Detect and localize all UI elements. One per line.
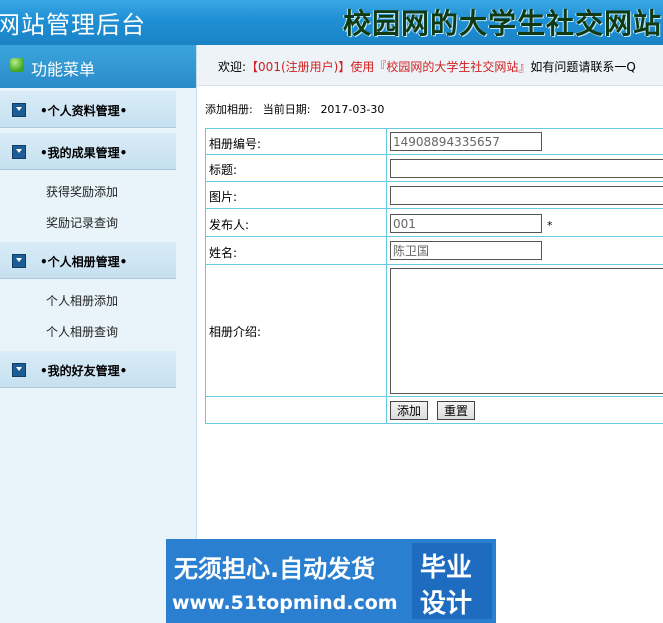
sidebar-group-label: •我的成果管理• [40,146,128,160]
expand-icon [12,254,26,268]
cube-icon [10,58,24,72]
welcome-prefix: 欢迎: [218,60,247,74]
welcome-site: 『校园网的大学生社交网站』 [374,60,531,74]
sidebar-group-label: •个人相册管理• [40,255,128,269]
menu-title: 功能菜单 [31,60,96,79]
site-title: 校园网的大学生社交网站 [343,7,663,40]
watermark-badge-bottom: 设计 [420,589,473,619]
publisher-label: 发布人: [209,218,250,232]
breadcrumb: 添加相册: 当前日期: 2017-03-30 [205,101,394,117]
expand-icon [12,363,26,377]
title-label: 标题: [209,163,238,177]
title-input[interactable] [390,159,663,178]
date-label: 当前日期: [262,103,311,116]
welcome-use: 使用 [350,60,375,74]
add-button[interactable]: 添加 [390,401,429,420]
sidebar-group-achievements[interactable]: •我的成果管理• [0,133,176,170]
menu-header: 功能菜单 [0,45,196,88]
sidebar-group-friends[interactable]: •我的好友管理• [0,351,176,388]
album-id-label: 相册编号: [209,137,262,151]
watermark-line2: www.51topmind.com [172,592,398,614]
watermark-badge-top: 毕业 [420,553,473,583]
watermark-badge: 毕业 设计 [412,543,492,619]
current-date: 2017-03-30 [320,103,385,116]
sidebar-group-label: •个人资料管理• [40,104,128,118]
required-mark: * [547,219,553,232]
name-label: 姓名: [209,246,238,260]
intro-textarea[interactable] [390,268,663,394]
sidebar-item-award-query[interactable]: 奖励记录查询 [46,214,118,231]
sidebar-item-album-query[interactable]: 个人相册查询 [46,323,118,340]
top-header: 网站管理后台 校园网的大学生社交网站 [0,0,663,45]
publisher-input[interactable] [390,214,542,233]
welcome-text: 欢迎:【001(注册用户)】使用『校园网的大学生社交网站』如有问题请联系一Q [218,58,636,75]
form-row-actions [205,397,663,424]
system-title: 网站管理后台 [0,11,146,39]
welcome-suffix: 如有问题请联系一Q [530,60,636,74]
watermark-line1: 无须担心.自动发货 [174,555,376,583]
welcome-user: 【001(注册用户)】 [246,60,351,74]
image-label: 图片: [209,190,238,204]
sidebar-group-profile[interactable]: •个人资料管理• [0,91,176,128]
name-input[interactable] [390,241,542,260]
expand-icon [12,103,26,117]
sidebar-group-label: •我的好友管理• [40,364,128,378]
album-id-input[interactable] [390,132,542,151]
reset-button[interactable]: 重置 [437,401,476,420]
watermark-banner: 无须担心.自动发货 www.51topmind.com 毕业 设计 [166,539,496,623]
sidebar-item-album-add[interactable]: 个人相册添加 [46,292,118,309]
welcome-bar: 欢迎:【001(注册用户)】使用『校园网的大学生社交网站』如有问题请联系一Q [197,45,663,86]
image-input[interactable] [390,186,663,205]
page-title: 添加相册: [205,103,253,116]
intro-label: 相册介绍: [209,325,262,339]
sidebar-item-award-add[interactable]: 获得奖励添加 [46,183,118,200]
expand-icon [12,145,26,159]
sidebar-group-albums[interactable]: •个人相册管理• [0,242,176,279]
